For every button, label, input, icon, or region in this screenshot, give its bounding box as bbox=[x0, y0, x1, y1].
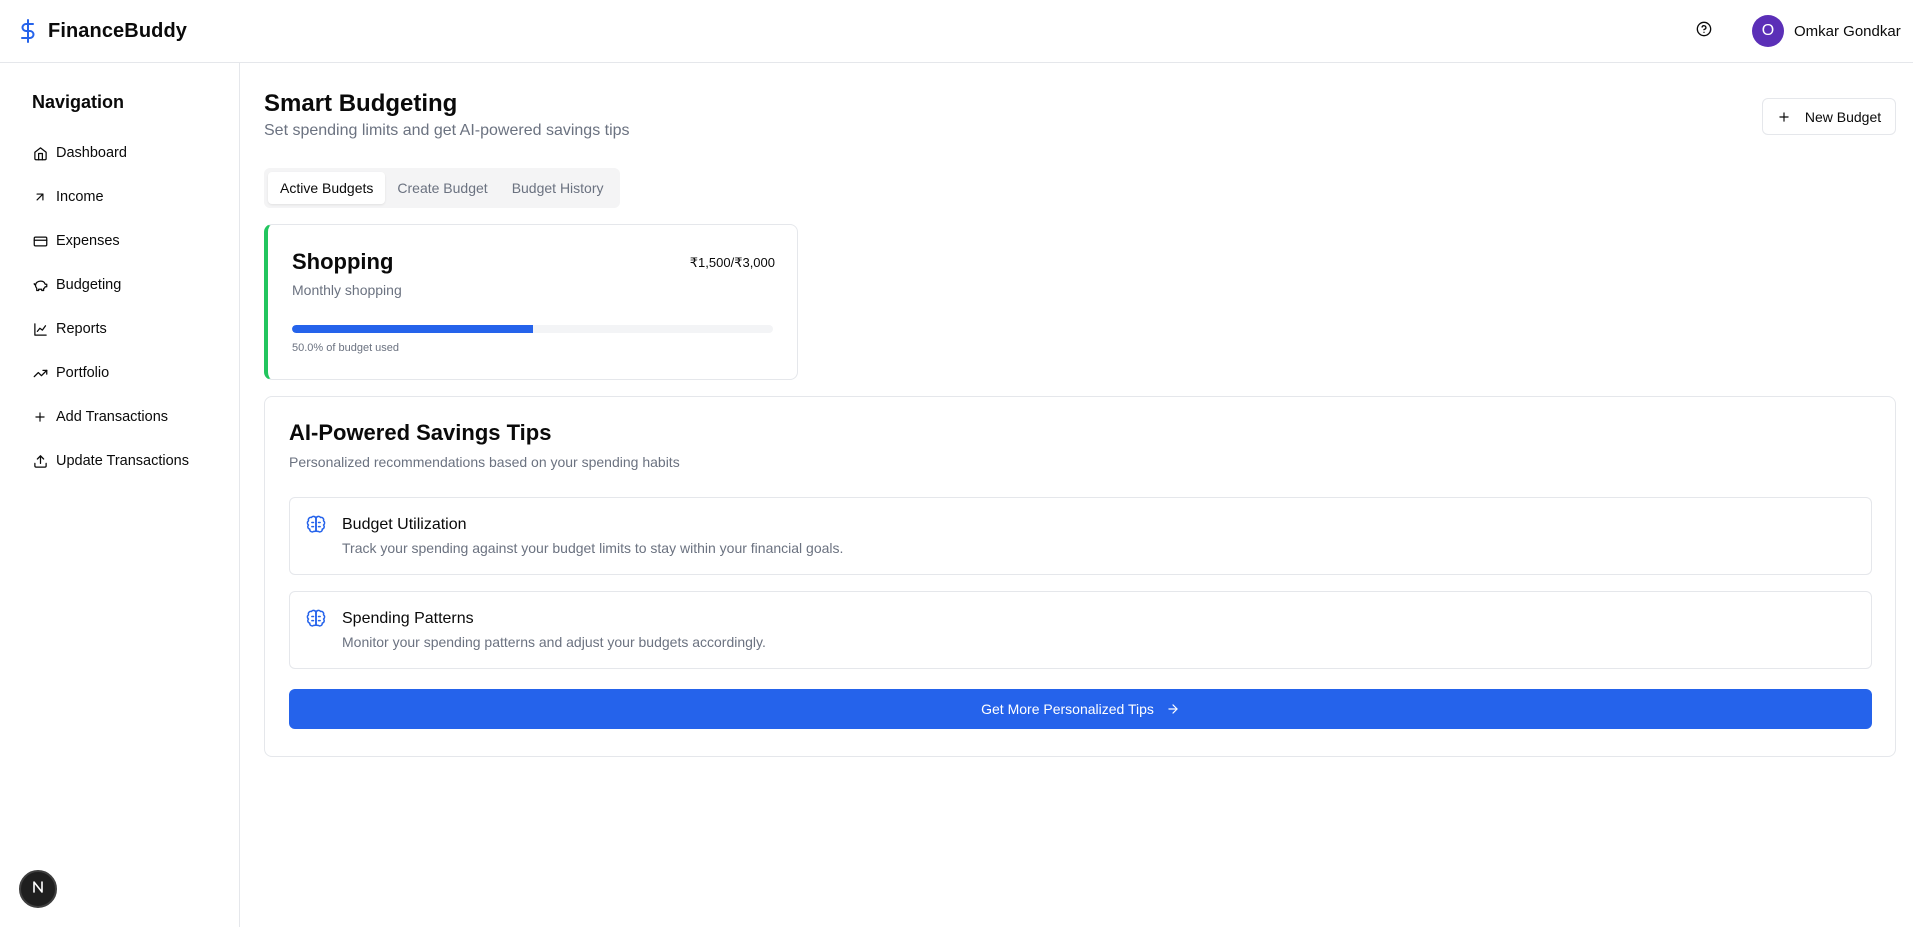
new-budget-button[interactable]: New Budget bbox=[1762, 98, 1896, 135]
sidebar-item-dashboard[interactable]: Dashboard bbox=[32, 131, 189, 175]
budget-name: Shopping bbox=[292, 249, 394, 274]
upload-icon bbox=[32, 453, 48, 469]
sidebar: Navigation Dashboard Income Expenses Bud… bbox=[0, 63, 240, 927]
tips-title: AI-Powered Savings Tips bbox=[289, 420, 552, 445]
sidebar-item-expenses[interactable]: Expenses bbox=[32, 219, 189, 263]
sidebar-item-label: Update Transactions bbox=[56, 453, 189, 469]
budget-tabs: Active Budgets Create Budget Budget Hist… bbox=[264, 168, 620, 208]
trending-up-icon bbox=[32, 365, 48, 381]
tab-create-budget[interactable]: Create Budget bbox=[385, 172, 499, 204]
page-title: Smart Budgeting bbox=[264, 90, 458, 117]
tab-budget-history[interactable]: Budget History bbox=[500, 172, 616, 204]
tip-title: Budget Utilization bbox=[342, 516, 467, 533]
get-more-tips-label: Get More Personalized Tips bbox=[981, 701, 1154, 717]
sidebar-item-label: Add Transactions bbox=[56, 409, 169, 425]
dollar-icon bbox=[18, 18, 38, 44]
help-button[interactable] bbox=[1692, 19, 1716, 43]
nav-list: Dashboard Income Expenses Budgeting Repo… bbox=[32, 131, 189, 483]
brand-name: FinanceBuddy bbox=[48, 19, 187, 42]
credit-card-icon bbox=[32, 233, 48, 249]
n-logo-icon bbox=[31, 880, 45, 899]
sidebar-item-label: Reports bbox=[56, 321, 107, 337]
budget-description: Monthly shopping bbox=[292, 282, 402, 298]
budget-used-text: 50.0% of budget used bbox=[292, 342, 400, 354]
sidebar-item-portfolio[interactable]: Portfolio bbox=[32, 351, 189, 395]
sidebar-item-label: Income bbox=[56, 189, 104, 205]
tip-text: Track your spending against your budget … bbox=[342, 540, 844, 556]
sidebar-item-update-transactions[interactable]: Update Transactions bbox=[32, 439, 189, 483]
help-circle-icon bbox=[1696, 21, 1712, 42]
get-more-tips-button[interactable]: Get More Personalized Tips bbox=[289, 689, 1872, 729]
user-name: Omkar Gondkar bbox=[1794, 22, 1901, 40]
nav-title: Navigation bbox=[32, 92, 125, 112]
avatar: O bbox=[1752, 15, 1784, 47]
sidebar-item-label: Dashboard bbox=[56, 145, 127, 161]
new-budget-label: New Budget bbox=[1804, 108, 1882, 125]
sidebar-item-label: Budgeting bbox=[56, 277, 122, 293]
brain-icon bbox=[306, 609, 326, 629]
tip-title: Spending Patterns bbox=[342, 610, 474, 627]
main-content: Smart Budgeting Set spending limits and … bbox=[241, 63, 1913, 927]
piggy-bank-icon bbox=[32, 277, 48, 293]
tips-subtitle: Personalized recommendations based on yo… bbox=[289, 454, 680, 470]
sidebar-item-label: Expenses bbox=[56, 233, 120, 249]
arrow-up-right-icon bbox=[32, 189, 48, 205]
sidebar-item-reports[interactable]: Reports bbox=[32, 307, 189, 351]
budget-amount: ₹1,500/₹3,000 bbox=[689, 255, 775, 270]
sidebar-item-label: Portfolio bbox=[56, 365, 110, 381]
user-menu[interactable]: O Omkar Gondkar bbox=[1752, 15, 1901, 47]
tip-spending-patterns: Spending Patterns Monitor your spending … bbox=[289, 591, 1872, 669]
dev-tools-badge[interactable] bbox=[19, 870, 57, 908]
line-chart-icon bbox=[32, 321, 48, 337]
arrow-right-icon bbox=[1166, 702, 1180, 716]
brain-icon bbox=[306, 515, 326, 535]
plus-icon bbox=[32, 409, 48, 425]
tab-active-budgets[interactable]: Active Budgets bbox=[268, 172, 386, 204]
page-subtitle: Set spending limits and get AI-powered s… bbox=[264, 122, 630, 139]
tip-text: Monitor your spending patterns and adjus… bbox=[342, 634, 766, 650]
budget-progress-fill bbox=[292, 325, 533, 333]
savings-tips-card: AI-Powered Savings Tips Personalized rec… bbox=[264, 396, 1896, 757]
tip-budget-utilization: Budget Utilization Track your spending a… bbox=[289, 497, 1872, 575]
budget-card[interactable]: Shopping Monthly shopping ₹1,500/₹3,000 … bbox=[264, 224, 798, 380]
plus-icon bbox=[1777, 110, 1791, 124]
home-icon bbox=[32, 145, 48, 161]
sidebar-item-add-transactions[interactable]: Add Transactions bbox=[32, 395, 189, 439]
brand[interactable]: FinanceBuddy bbox=[18, 18, 187, 44]
budget-progress-track bbox=[292, 325, 773, 333]
sidebar-item-income[interactable]: Income bbox=[32, 175, 189, 219]
top-bar: FinanceBuddy O Omkar Gondkar bbox=[0, 0, 1913, 63]
sidebar-item-budgeting[interactable]: Budgeting bbox=[32, 263, 189, 307]
